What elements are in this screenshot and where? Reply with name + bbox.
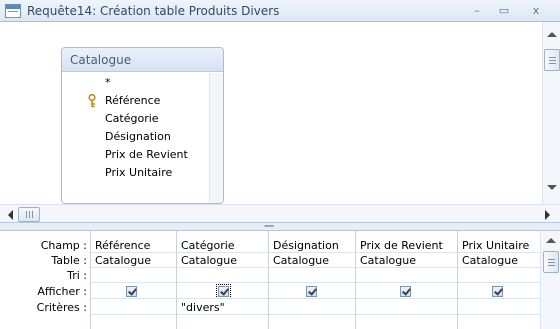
afficher-cell: [177, 284, 268, 299]
tri-cell[interactable]: [269, 268, 355, 283]
grid-column: Référence Catalogue: [91, 231, 177, 329]
title-bar[interactable]: Requête14: Création table Produits Diver…: [0, 0, 560, 22]
scroll-thumb[interactable]: [543, 251, 559, 273]
grid-column: Prix Unitaire Catalogue: [458, 231, 541, 329]
row-label-champ: Champ :: [40, 239, 87, 252]
table-cell[interactable]: Catalogue: [356, 253, 457, 268]
grid-row-labels: Champ : Table : Tri : Afficher : Critère…: [0, 231, 90, 329]
window-title: Requête14: Création table Produits Diver…: [27, 4, 280, 18]
champ-cell[interactable]: Prix Unitaire: [458, 238, 540, 253]
field-prix-de-revient[interactable]: Prix de Revient: [105, 148, 188, 161]
table-pane-horizontal-scrollbar[interactable]: [0, 204, 560, 223]
scroll-up-arrow-icon[interactable]: [547, 32, 557, 37]
scroll-left-arrow-icon[interactable]: [8, 210, 13, 220]
show-checkbox[interactable]: [400, 286, 411, 297]
maximize-button[interactable]: ▭: [492, 2, 516, 20]
tri-cell[interactable]: [91, 268, 176, 283]
table-field-list[interactable]: Catalogue * Référence Catégorie Désignat…: [61, 47, 224, 204]
tri-cell[interactable]: [177, 268, 268, 283]
scroll-thumb[interactable]: [544, 49, 560, 71]
minimize-button[interactable]: –: [465, 2, 489, 20]
field-categorie[interactable]: Catégorie: [105, 112, 159, 125]
table-cell[interactable]: Catalogue: [91, 253, 176, 268]
afficher-cell: [269, 284, 355, 299]
grid-columns: Référence Catalogue Catégorie Catalogue …: [90, 231, 541, 329]
grid-column: Désignation Catalogue: [269, 231, 356, 329]
tri-cell[interactable]: [356, 268, 457, 283]
criteres-cell[interactable]: "divers": [177, 300, 268, 315]
query-design-window: Requête14: Création table Produits Diver…: [0, 0, 560, 329]
show-checkbox[interactable]: [306, 286, 317, 297]
afficher-cell: [91, 284, 176, 299]
afficher-cell: [356, 284, 457, 299]
field-prix-unitaire[interactable]: Prix Unitaire: [105, 166, 172, 179]
show-checkbox[interactable]: [492, 286, 503, 297]
primary-key-icon: [88, 94, 96, 108]
field-list: * Référence Catégorie Désignation Prix d…: [63, 73, 209, 203]
criteres-cell[interactable]: [356, 300, 457, 315]
row-label-table: Table :: [51, 254, 87, 267]
table-name[interactable]: Catalogue: [62, 48, 223, 72]
row-label-tri: Tri :: [67, 269, 87, 282]
grid-vertical-scrollbar[interactable]: [540, 231, 560, 329]
afficher-cell: [458, 284, 540, 299]
query-design-grid: Champ : Table : Tri : Afficher : Critère…: [0, 231, 560, 329]
grid-column: Prix de Revient Catalogue: [356, 231, 458, 329]
champ-cell[interactable]: Prix de Revient: [356, 238, 457, 253]
field-designation[interactable]: Désignation: [105, 130, 171, 143]
criteres-cell[interactable]: [458, 300, 540, 315]
grid-column: Catégorie Catalogue "divers": [177, 231, 269, 329]
table-cell[interactable]: Catalogue: [269, 253, 355, 268]
field-all[interactable]: *: [105, 76, 111, 89]
champ-cell[interactable]: Désignation: [269, 238, 355, 253]
table-pane: Catalogue * Référence Catégorie Désignat…: [0, 22, 560, 204]
scroll-down-arrow-icon[interactable]: [547, 185, 557, 190]
tri-cell[interactable]: [458, 268, 540, 283]
table-pane-vertical-scrollbar[interactable]: [542, 22, 560, 204]
table-cell[interactable]: Catalogue: [177, 253, 268, 268]
show-checkbox[interactable]: [216, 284, 231, 298]
query-icon: [5, 4, 21, 18]
criteres-cell[interactable]: [91, 300, 176, 315]
champ-cell[interactable]: Référence: [91, 238, 176, 253]
close-button[interactable]: x: [524, 2, 548, 20]
row-label-criteres: Critères :: [36, 301, 87, 314]
criteres-cell[interactable]: [269, 300, 355, 315]
champ-cell[interactable]: Catégorie: [177, 238, 268, 253]
row-label-afficher: Afficher :: [37, 285, 87, 298]
scroll-up-arrow-icon[interactable]: [546, 238, 556, 243]
pane-splitter[interactable]: '''''''''': [0, 223, 560, 232]
scroll-right-arrow-icon[interactable]: [545, 210, 550, 220]
table-cell[interactable]: Catalogue: [458, 253, 540, 268]
show-checkbox[interactable]: [126, 286, 137, 297]
horizontal-scroll-thumb[interactable]: [18, 207, 40, 222]
field-list-scrollbar[interactable]: [209, 73, 223, 203]
field-reference[interactable]: Référence: [105, 94, 160, 107]
